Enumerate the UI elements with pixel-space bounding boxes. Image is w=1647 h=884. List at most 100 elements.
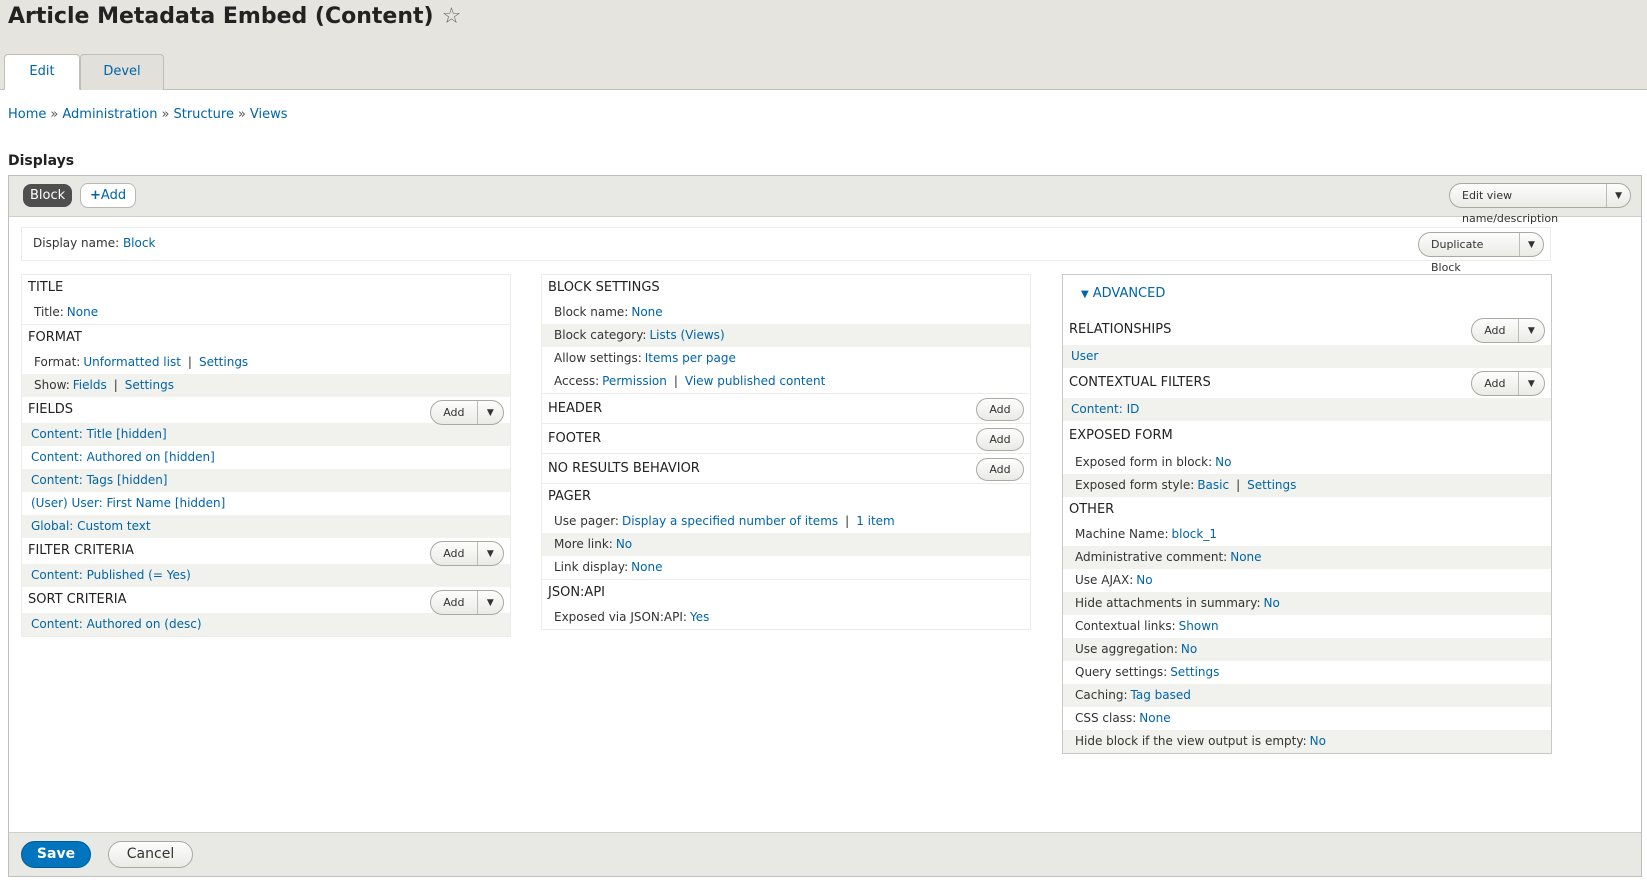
format-value-link[interactable]: Unformatted list: [83, 355, 181, 369]
caret-down-icon[interactable]: ▼: [478, 400, 503, 426]
other-value[interactable]: block_1: [1172, 527, 1217, 541]
footer-add-button[interactable]: Add: [976, 428, 1024, 451]
other-row: Use AJAX: No: [1063, 569, 1551, 592]
other-row: Caching: Tag based: [1063, 684, 1551, 707]
caret-down-icon[interactable]: ▼: [478, 541, 503, 567]
caret-down-icon[interactable]: ▼: [1607, 191, 1630, 201]
allow-settings-link[interactable]: Items per page: [645, 351, 736, 365]
section-pager: PAGER: [542, 484, 1030, 510]
title-row: Title: None: [22, 301, 510, 324]
list-item: (User) User: First Name [hidden]: [22, 492, 510, 515]
header-add-button[interactable]: Add: [976, 398, 1024, 421]
no-results-add-button[interactable]: Add: [976, 458, 1024, 481]
filter-link[interactable]: Content: Published (= Yes): [31, 568, 191, 582]
field-link[interactable]: Content: Title [hidden]: [31, 427, 167, 441]
relationship-link[interactable]: User: [1071, 349, 1098, 363]
exposed-block-value[interactable]: No: [1215, 455, 1231, 469]
list-item: Content: Published (= Yes): [22, 564, 510, 587]
block-category-link[interactable]: Lists (Views): [649, 328, 724, 342]
sort-link[interactable]: Content: Authored on (desc): [31, 617, 202, 631]
page-title-text: Article Metadata Embed (Content): [8, 4, 434, 29]
cancel-button[interactable]: Cancel: [108, 841, 193, 868]
display-tab-block[interactable]: Block: [23, 184, 73, 207]
allow-settings-label: Allow settings:: [554, 351, 642, 365]
advanced-toggle[interactable]: ▼ ADVANCED: [1063, 275, 1551, 315]
other-label: Caching:: [1075, 688, 1128, 702]
other-label: Machine Name:: [1075, 527, 1169, 541]
field-link[interactable]: (User) User: First Name [hidden]: [31, 496, 225, 510]
add-display-button[interactable]: +Add: [80, 183, 137, 208]
breadcrumb-views[interactable]: Views: [250, 107, 288, 122]
duplicate-dropbutton: Duplicate Block ▼: [1418, 232, 1544, 274]
edit-view-dropbutton: Edit view name/description ▼: [1449, 183, 1631, 225]
use-pager-link[interactable]: Display a specified number of items: [622, 514, 838, 528]
caret-down-icon[interactable]: ▼: [478, 590, 503, 616]
breadcrumb-administration[interactable]: Administration: [62, 107, 157, 122]
more-link-value[interactable]: No: [616, 537, 632, 551]
field-link[interactable]: Content: Tags [hidden]: [31, 473, 168, 487]
other-value[interactable]: Shown: [1179, 619, 1219, 633]
link-display-value[interactable]: None: [631, 560, 662, 574]
jsonapi-value[interactable]: Yes: [690, 610, 709, 624]
exposed-style-value[interactable]: Basic: [1197, 478, 1229, 492]
displays-panel: Block +Add Edit view name/description ▼ …: [8, 175, 1642, 877]
breadcrumb-separator: »: [50, 107, 59, 122]
field-link[interactable]: Content: Authored on [hidden]: [31, 450, 215, 464]
show-value-link[interactable]: Fields: [73, 378, 107, 392]
other-value[interactable]: Settings: [1170, 665, 1219, 679]
caret-down-icon[interactable]: ▼: [1519, 369, 1544, 399]
format-settings-link[interactable]: Settings: [199, 355, 248, 369]
exposed-style-settings[interactable]: Settings: [1247, 478, 1296, 492]
breadcrumb-structure[interactable]: Structure: [173, 107, 233, 122]
save-button[interactable]: Save: [21, 841, 91, 868]
caret-down-icon[interactable]: ▼: [1520, 240, 1543, 250]
section-contextual-filters: CONTEXTUAL FILTERS Add ▼: [1063, 368, 1551, 398]
list-item: Content: Tags [hidden]: [22, 469, 510, 492]
other-label: Contextual links:: [1075, 619, 1176, 633]
other-row: Administrative comment: None: [1063, 546, 1551, 569]
section-title: TITLE: [22, 275, 510, 301]
access-permission-link[interactable]: Permission: [602, 374, 667, 388]
other-value[interactable]: None: [1230, 550, 1261, 564]
use-pager-row: Use pager: Display a specified number of …: [554, 514, 895, 528]
no-results-heading: NO RESULTS BEHAVIOR: [548, 461, 700, 476]
column-second: BLOCK SETTINGS Block name: None Block cat…: [541, 274, 1031, 630]
access-view-published-link[interactable]: View published content: [685, 374, 825, 388]
block-name-link[interactable]: None: [631, 305, 662, 319]
breadcrumb-home[interactable]: Home: [8, 107, 46, 122]
other-value[interactable]: Tag based: [1131, 688, 1191, 702]
other-value[interactable]: No: [1136, 573, 1152, 587]
tab-edit[interactable]: Edit: [4, 54, 80, 90]
section-format: FORMAT: [22, 325, 510, 351]
duplicate-block-button[interactable]: Duplicate Block: [1419, 233, 1520, 274]
fields-add-button[interactable]: Add: [431, 401, 478, 424]
other-value[interactable]: No: [1264, 596, 1280, 610]
other-value[interactable]: No: [1181, 642, 1197, 656]
list-item: Content: Authored on [hidden]: [22, 446, 510, 469]
filter-add-button[interactable]: Add: [431, 542, 478, 565]
advanced-label: ADVANCED: [1092, 286, 1166, 301]
contextual-add-button[interactable]: Add: [1472, 372, 1519, 395]
show-settings-link[interactable]: Settings: [125, 378, 174, 392]
title-value-link[interactable]: None: [67, 305, 98, 319]
other-row: Contextual links: Shown: [1063, 615, 1551, 638]
other-label: Hide attachments in summary:: [1075, 596, 1261, 610]
tab-devel[interactable]: Devel: [80, 54, 164, 90]
caret-down-icon[interactable]: ▼: [1519, 316, 1544, 346]
block-name-label: Block name:: [554, 305, 629, 319]
field-link[interactable]: Global: Custom text: [31, 519, 151, 533]
edit-view-name-button[interactable]: Edit view name/description: [1450, 184, 1608, 225]
sort-add-button[interactable]: Add: [431, 591, 478, 614]
relationships-add-button[interactable]: Add: [1472, 319, 1519, 342]
contextual-filter-link[interactable]: Content: ID: [1071, 402, 1139, 416]
fields-heading: FIELDS: [28, 402, 74, 417]
pager-items-link[interactable]: 1 item: [856, 514, 895, 528]
footer-heading: FOOTER: [548, 431, 602, 446]
other-value[interactable]: No: [1310, 734, 1326, 748]
section-relationships: RELATIONSHIPS Add ▼: [1063, 315, 1551, 345]
other-value[interactable]: None: [1139, 711, 1170, 725]
display-name-link[interactable]: Block: [123, 236, 155, 250]
access-label: Access:: [554, 374, 600, 388]
section-no-results: NO RESULTS BEHAVIOR Add: [542, 454, 1030, 483]
star-icon[interactable]: ☆: [442, 4, 462, 29]
